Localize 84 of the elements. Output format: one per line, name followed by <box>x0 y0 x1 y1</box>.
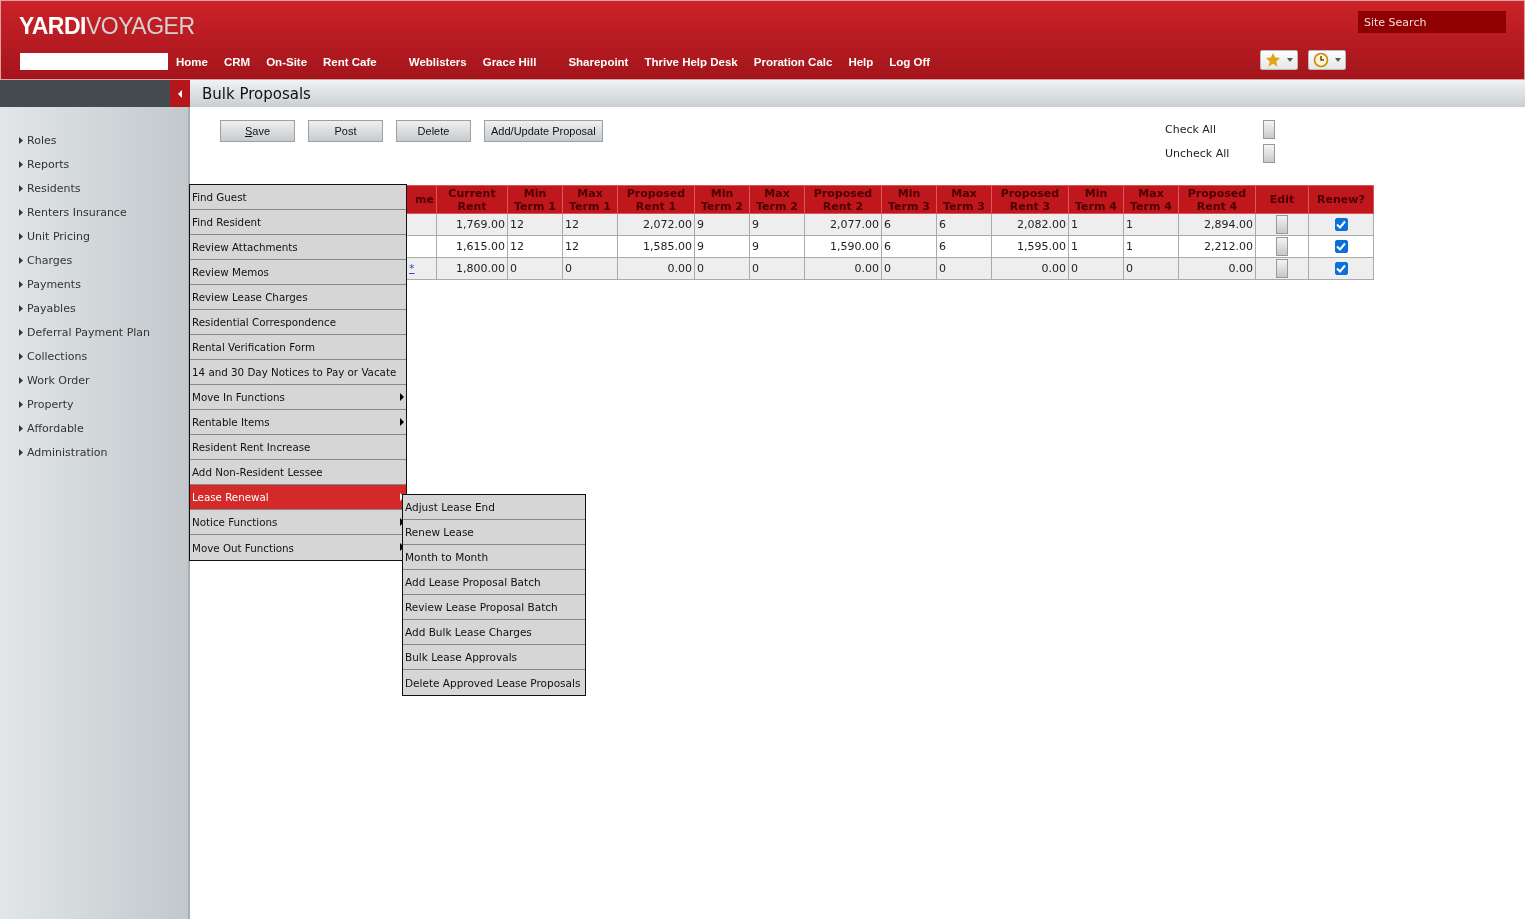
column-header: Proposed Rent 3 <box>991 185 1069 214</box>
site-search-field[interactable]: Site Search <box>1358 11 1506 33</box>
nav-link[interactable]: Weblisters <box>408 55 467 68</box>
column-header: Proposed Rent 2 <box>804 185 882 214</box>
nav-link[interactable]: Proration Calc <box>753 55 833 68</box>
nav-link[interactable]: CRM <box>223 55 251 68</box>
column-header: Min Term 3 <box>881 185 937 214</box>
uncheck-all-button[interactable] <box>1263 143 1275 163</box>
search-field[interactable] <box>20 53 168 70</box>
action-button[interactable]: Delete <box>396 120 471 142</box>
nav-link[interactable]: Thrive Help Desk <box>644 55 738 68</box>
renew-checkbox[interactable] <box>1334 218 1348 232</box>
nav-link[interactable]: Grace Hill <box>482 55 537 68</box>
expand-arrow-icon <box>19 256 23 264</box>
column-header: Proposed Rent 4 <box>1178 185 1256 214</box>
collapse-button[interactable] <box>170 80 190 107</box>
logo-text: VOYAGER <box>85 13 195 40</box>
sidebar-item[interactable]: Renters Insurance <box>19 200 188 224</box>
action-button[interactable]: Save <box>220 120 295 142</box>
uncheck-all-label: Uncheck All <box>1165 146 1230 160</box>
logo-text: YARDI <box>19 13 86 40</box>
column-header: Max Term 1 <box>562 185 618 214</box>
nav-link[interactable]: On-Site <box>266 55 308 68</box>
column-header: Min Term 2 <box>694 185 750 214</box>
edit-button[interactable] <box>1276 259 1288 278</box>
expand-arrow-icon <box>19 376 23 384</box>
left-arrow-icon <box>177 88 183 99</box>
column-header: Max Term 3 <box>936 185 992 214</box>
sidebar-item[interactable]: Unit Pricing <box>19 224 188 248</box>
caret-icon <box>1286 57 1294 63</box>
column-header: Min Term 4 <box>1068 185 1124 214</box>
clock-icon <box>1313 52 1329 68</box>
check-all-button[interactable] <box>1263 119 1275 139</box>
nav-link[interactable]: Log Off <box>889 55 931 68</box>
column-header: Current Rent <box>436 185 508 214</box>
expand-arrow-icon <box>19 184 23 192</box>
action-button[interactable]: Post <box>308 120 383 142</box>
renew-checkbox[interactable] <box>1334 262 1348 276</box>
column-header: Edit <box>1255 185 1309 214</box>
expand-arrow-icon <box>19 400 23 408</box>
action-button[interactable]: Add/Update Proposal <box>484 120 603 142</box>
menu-item[interactable]: Lease Renewal <box>190 485 406 510</box>
caret-icon <box>1334 57 1342 63</box>
sidebar-item[interactable]: Affordable <box>19 416 188 440</box>
expand-arrow-icon <box>19 328 23 336</box>
sidebar-item[interactable]: Charges <box>19 248 188 272</box>
sidebar-item[interactable]: Property <box>19 392 188 416</box>
expand-arrow-icon <box>19 160 23 168</box>
expand-arrow-icon <box>19 448 23 456</box>
sidebar-item[interactable]: Residents <box>19 176 188 200</box>
expand-arrow-icon <box>19 352 23 360</box>
nav-link[interactable]: Home <box>176 55 208 68</box>
edit-button[interactable] <box>1276 237 1288 256</box>
column-header: Max Term 4 <box>1123 185 1179 214</box>
sidebar-item[interactable]: Payables <box>19 296 188 320</box>
expand-arrow-icon <box>19 280 23 288</box>
column-header: Renew? <box>1308 185 1374 214</box>
page-title: Bulk Proposals <box>202 84 311 103</box>
sidebar-item[interactable]: Reports <box>19 152 188 176</box>
column-header: Proposed Rent 1 <box>617 185 695 214</box>
sidebar-item[interactable]: Work Order <box>19 368 188 392</box>
column-header: Max Term 2 <box>749 185 805 214</box>
expand-arrow-icon <box>19 304 23 312</box>
expand-arrow-icon <box>19 232 23 240</box>
favorites-button[interactable] <box>1260 50 1298 70</box>
name-link[interactable]: * <box>409 262 415 275</box>
history-button[interactable] <box>1308 50 1346 70</box>
column-header: me <box>406 185 437 214</box>
renew-checkbox[interactable] <box>1334 240 1348 254</box>
sidebar-item[interactable]: Collections <box>19 344 188 368</box>
expand-arrow-icon <box>19 136 23 144</box>
sidebar-item[interactable]: Administration <box>19 440 188 464</box>
sidebar-item[interactable]: Roles <box>19 128 188 152</box>
column-header: Min Term 1 <box>507 185 563 214</box>
expand-arrow-icon <box>19 424 23 432</box>
nav-link[interactable]: Rent Cafe <box>323 55 377 68</box>
sidebar-item[interactable]: Deferral Payment Plan <box>19 320 188 344</box>
nav-link[interactable]: Sharepoint <box>568 55 629 68</box>
nav-link[interactable]: Help <box>848 55 874 68</box>
star-icon <box>1265 52 1281 68</box>
sidebar-item[interactable]: Payments <box>19 272 188 296</box>
check-all-label: Check All <box>1165 122 1216 136</box>
edit-button[interactable] <box>1276 215 1288 234</box>
expand-arrow-icon <box>19 208 23 216</box>
